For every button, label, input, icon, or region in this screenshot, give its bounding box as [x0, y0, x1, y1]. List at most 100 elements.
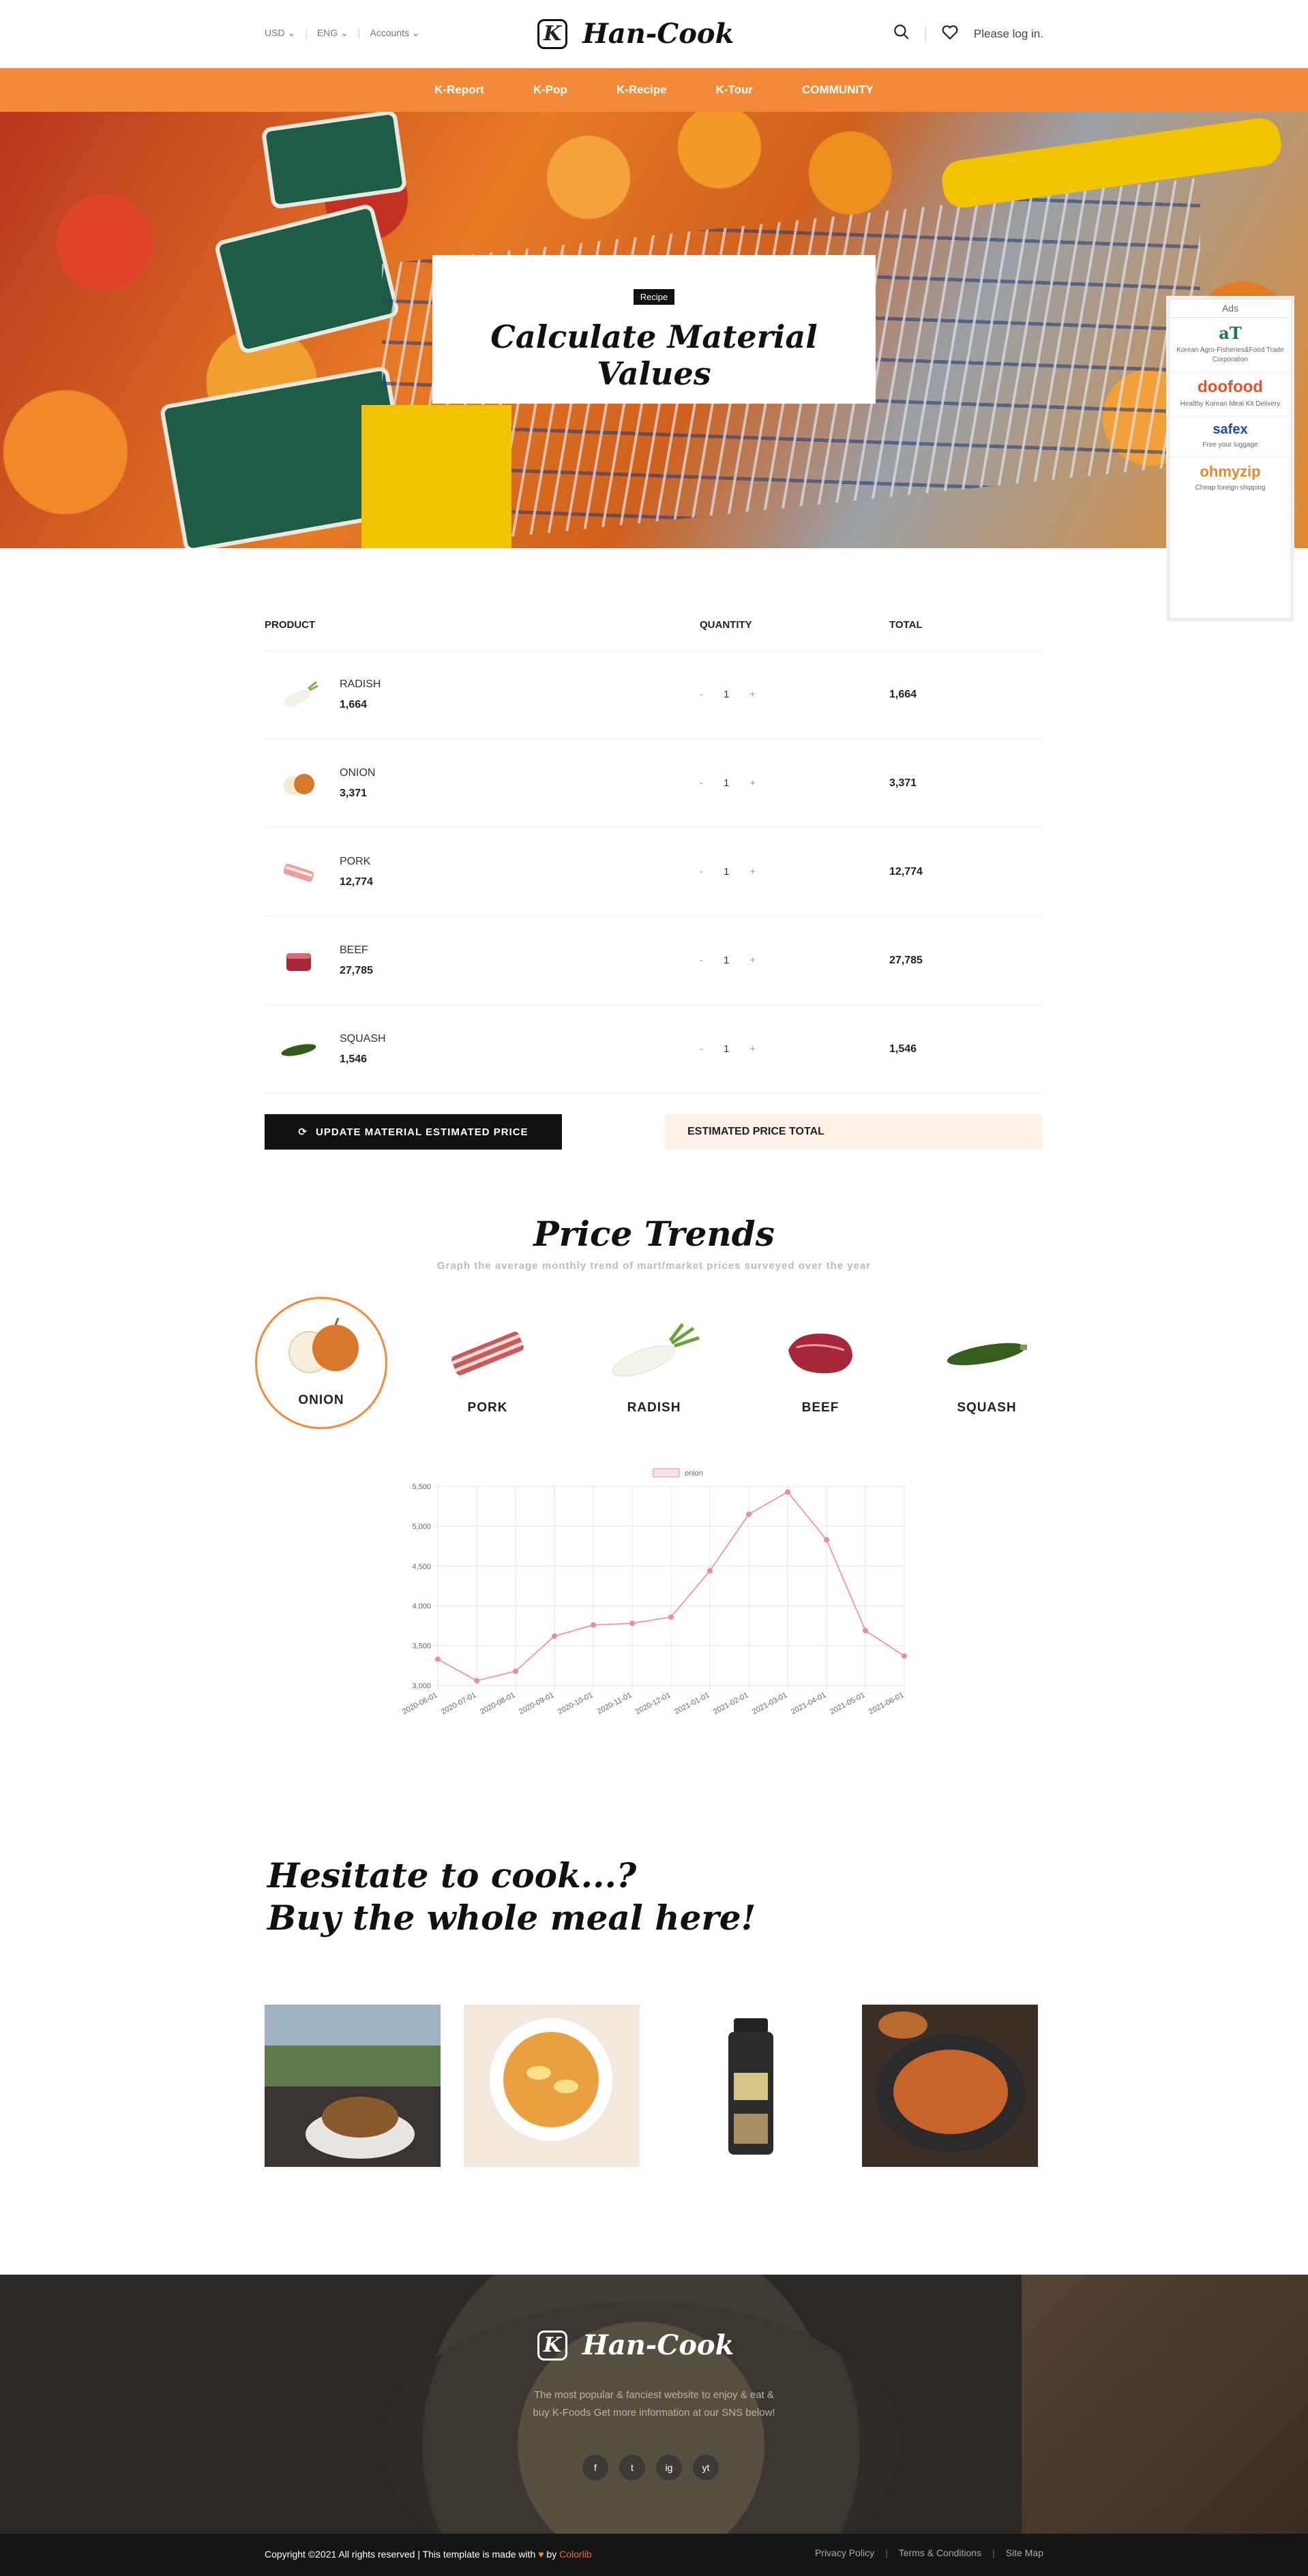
quantity-value[interactable]: 1 [724, 866, 729, 878]
decrease-button[interactable]: - [700, 955, 703, 966]
ingredient-tabs: ONION PORK RADISH BEEF SQUASH [255, 1297, 1053, 1429]
meal-card-noodles[interactable] [862, 2005, 1038, 2167]
legend-label: onion [685, 1469, 703, 1478]
decrease-button[interactable]: - [700, 866, 703, 878]
quantity-stepper: - 1 + [700, 689, 889, 700]
nav-k-report[interactable]: K-Report [434, 83, 484, 97]
meal-card-doenjang[interactable] [265, 2005, 441, 2167]
meal-card-seasoning[interactable] [663, 2005, 839, 2167]
meal-gallery [265, 2005, 1043, 2167]
onion-image [277, 1308, 366, 1383]
hero-badge: Recipe [633, 289, 675, 305]
footer-logo[interactable]: K Han-Cook [537, 2329, 734, 2361]
data-point [863, 1628, 868, 1634]
tab-squash[interactable]: SQUASH [921, 1297, 1053, 1429]
ad-safex[interactable]: safex Free your luggage [1170, 417, 1291, 458]
x-tick-label: 2020-08-01 [479, 1691, 516, 1716]
product-price: 1,664 [340, 698, 368, 710]
y-tick-label: 3,500 [412, 1643, 431, 1651]
cart-panel-image [361, 405, 511, 548]
increase-button[interactable]: + [749, 689, 756, 700]
ads-sidebar: Ads aT Korean Agro-Fisheries&Food Trade … [1169, 299, 1292, 619]
tab-beef[interactable]: BEEF [754, 1297, 887, 1429]
site-logo[interactable]: K Han-Cook [537, 18, 734, 50]
facebook-icon[interactable]: f [582, 2455, 608, 2481]
beef-image [776, 1316, 865, 1391]
tab-pork[interactable]: PORK [421, 1297, 554, 1429]
increase-button[interactable]: + [749, 866, 756, 878]
product-price: 1,546 [340, 1053, 368, 1065]
nav-k-recipe[interactable]: K-Recipe [616, 83, 667, 97]
decrease-button[interactable]: - [700, 689, 703, 700]
x-tick-label: 2021-02-01 [712, 1691, 749, 1716]
increase-button[interactable]: + [749, 955, 756, 966]
quantity-value[interactable]: 1 [724, 955, 729, 966]
table-header: PRODUCT QUANTITY TOTAL [265, 600, 1042, 650]
ad-ohmyzip[interactable]: ohmyzip Cheap foreign shipping [1170, 458, 1291, 500]
row-total: 12,774 [889, 865, 923, 878]
language-selector[interactable]: ENG ⌄ [317, 27, 348, 39]
terms-link[interactable]: Terms & Conditions [899, 2547, 981, 2558]
privacy-policy-link[interactable]: Privacy Policy [815, 2547, 874, 2558]
sitemap-link[interactable]: Site Map [1006, 2547, 1043, 2558]
increase-button[interactable]: + [749, 1043, 756, 1055]
estimated-total: ESTIMATED PRICE TOTAL [664, 1114, 1042, 1150]
product-name: RADISH [340, 678, 381, 690]
nav-k-pop[interactable]: K-Pop [533, 83, 567, 97]
quantity-value[interactable]: 1 [724, 777, 729, 789]
accounts-menu[interactable]: Accounts ⌄ [370, 27, 419, 39]
data-point [435, 1656, 441, 1662]
product-price: 12,774 [340, 875, 373, 888]
x-tick-label: 2020-10-01 [556, 1691, 594, 1716]
trends-title: Price Trends [533, 1214, 775, 1254]
heart-icon[interactable] [941, 23, 959, 44]
twitter-icon[interactable]: t [619, 2455, 645, 2481]
header-actions: Please log in. [893, 23, 1043, 44]
increase-button[interactable]: + [749, 777, 756, 789]
quantity-stepper: - 1 + [700, 955, 889, 966]
currency-selector[interactable]: USD ⌄ [265, 27, 295, 39]
table-row: RADISH 1,664 - 1 + 1,664 [265, 650, 1042, 739]
instagram-icon[interactable]: ig [656, 2455, 682, 2481]
nav-community[interactable]: COMMUNITY [802, 83, 874, 97]
ad-doofood[interactable]: doofood Healthy Korean Meal Kit Delivery [1170, 372, 1291, 417]
table-row: PORK 12,774 - 1 + 12,774 [265, 828, 1042, 916]
hero-card: Recipe Calculate Material Values [432, 255, 876, 404]
quantity-value[interactable]: 1 [724, 1043, 729, 1055]
y-tick-label: 5,000 [412, 1523, 431, 1531]
table-row: ONION 3,371 - 1 + 3,371 [265, 739, 1042, 828]
youtube-icon[interactable]: yt [693, 2455, 719, 2481]
header-total: TOTAL [889, 619, 923, 631]
y-tick-label: 4,000 [412, 1602, 431, 1611]
data-point [746, 1511, 752, 1517]
logo-mark: K [537, 2330, 567, 2361]
meal-heading: Hesitate to cook...? Buy the whole meal … [267, 1855, 756, 1938]
colorlib-link[interactable]: Colorlib [559, 2549, 591, 2560]
x-tick-label: 2021-05-01 [829, 1691, 866, 1716]
tab-radish[interactable]: RADISH [588, 1297, 720, 1429]
squash-image [942, 1316, 1031, 1391]
data-point [513, 1668, 518, 1674]
search-icon[interactable] [893, 23, 910, 44]
quantity-stepper: - 1 + [700, 777, 889, 789]
x-tick-label: 2020-12-01 [634, 1691, 672, 1716]
logo-text: Han-Cook [582, 2329, 734, 2361]
trends-subtitle: Graph the average monthly trend of mart/… [436, 1260, 872, 1272]
ad-at[interactable]: aT Korean Agro-Fisheries&Food Trade Corp… [1170, 318, 1291, 372]
decrease-button[interactable]: - [700, 1043, 703, 1055]
x-tick-label: 2020-09-01 [518, 1691, 555, 1716]
nav-k-tour[interactable]: K-Tour [716, 83, 753, 97]
x-tick-label: 2020-11-01 [596, 1691, 634, 1716]
quantity-value[interactable]: 1 [724, 689, 729, 700]
page-title: Calculate Material Values [490, 318, 818, 392]
logo-mark: K [537, 18, 567, 49]
decrease-button[interactable]: - [700, 777, 703, 789]
update-price-button[interactable]: ⟳ UPDATE MATERIAL ESTIMATED PRICE [265, 1114, 562, 1150]
data-point [902, 1653, 907, 1659]
price-tag-image [261, 112, 408, 210]
login-link[interactable]: Please log in. [974, 27, 1043, 41]
data-point [474, 1677, 479, 1683]
tab-onion[interactable]: ONION [255, 1297, 387, 1429]
meal-card-soup[interactable] [464, 2005, 640, 2167]
legend-swatch [653, 1468, 680, 1478]
